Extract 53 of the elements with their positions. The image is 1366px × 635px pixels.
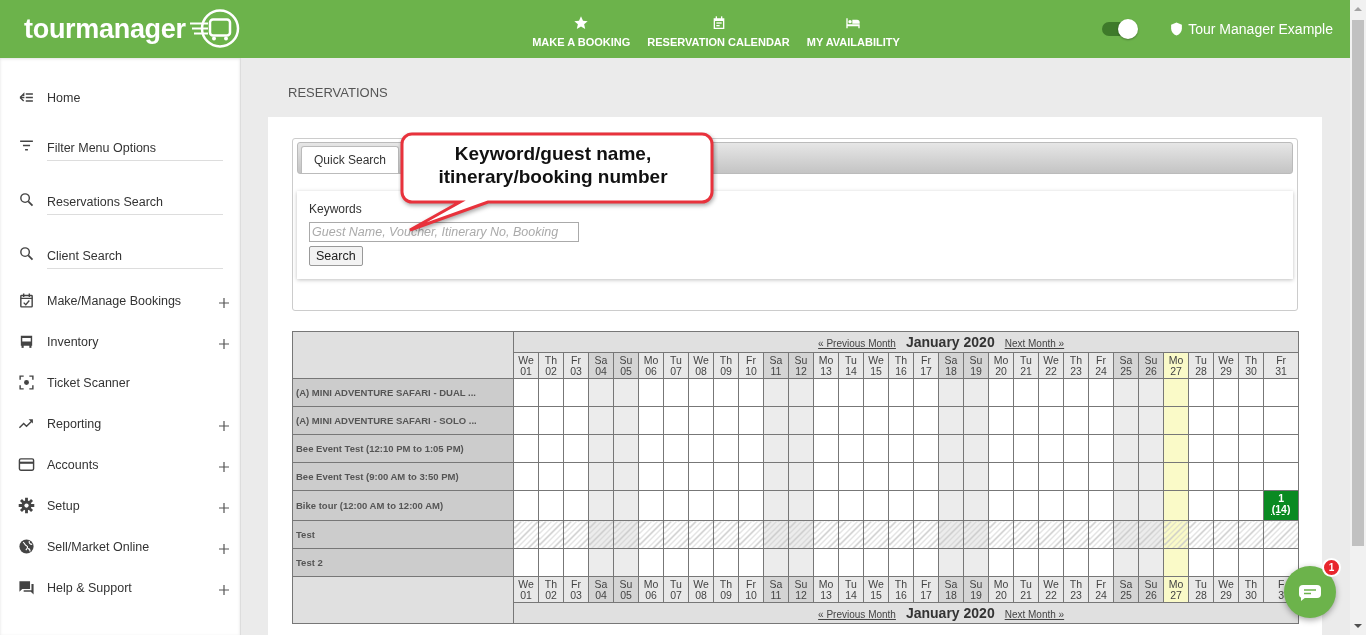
plus-icon[interactable]	[219, 338, 229, 349]
chat-icon	[1298, 583, 1322, 601]
plus-icon[interactable]	[219, 297, 229, 308]
bus-icon	[18, 333, 35, 350]
row-label: Bee Event Test (9:00 AM to 3:50 PM)	[292, 462, 514, 491]
plus-icon[interactable]	[219, 584, 229, 595]
calendar-check-icon	[18, 292, 35, 309]
settings-icon	[18, 497, 35, 514]
row-label: Bike tour (12:00 AM to 12:00 AM)	[292, 490, 514, 521]
plus-icon[interactable]	[219, 461, 229, 472]
chat-icon	[18, 579, 35, 596]
row-label: (A) MINI ADVENTURE SAFARI - SOLO ...	[292, 406, 514, 435]
globe-icon	[18, 538, 35, 555]
search-icon	[18, 244, 35, 262]
shield-icon	[1170, 22, 1184, 36]
tab[interactable]: Quick Search	[301, 146, 400, 173]
menu-item[interactable]: Help & Support	[47, 580, 132, 595]
menu-item[interactable]: Accounts	[47, 457, 99, 472]
toggle-switch[interactable]	[1102, 22, 1137, 36]
page-title: RESERVATIONS	[287, 85, 389, 102]
row-label: Bee Event Test (12:10 PM to 1:05 PM)	[292, 434, 514, 463]
previous-month-link[interactable]: « Previous Month	[818, 609, 896, 620]
scanner-icon	[18, 374, 35, 391]
menu-search-field[interactable]: Client Search	[47, 245, 223, 269]
next-month-link[interactable]: Next Month »	[1004, 609, 1065, 620]
callout-text: Keyword/guest name, itinerary/booking number	[437, 142, 669, 188]
bus-logo-icon	[189, 9, 240, 49]
menu-item[interactable]: Reporting	[47, 416, 102, 431]
plus-icon[interactable]	[219, 420, 229, 431]
row-label: Test 2	[292, 548, 514, 577]
plus-icon[interactable]	[219, 543, 229, 554]
menu-item[interactable]: Home	[47, 90, 81, 105]
row-label: (A) MINI ADVENTURE SAFARI - DUAL ...	[292, 378, 514, 407]
menu-item[interactable]: Ticket Scanner	[47, 375, 130, 390]
keywords-field[interactable]: Guest Name, Voucher, Itinerary No, Booking	[309, 222, 579, 242]
menu-search-field[interactable]: Filter Menu Options	[47, 137, 223, 161]
card-icon	[18, 456, 35, 473]
month-title: January 2020	[905, 605, 995, 621]
menu-item[interactable]: Make/Manage Bookings	[47, 293, 182, 308]
keywords-label: Keywords	[309, 202, 363, 216]
menu-item[interactable]: Sell/Market Online	[47, 539, 150, 554]
plus-icon[interactable]	[219, 502, 229, 513]
previous-month-link[interactable]: « Previous Month	[818, 338, 896, 349]
search-button[interactable]: Search	[309, 246, 363, 266]
menu-search-field[interactable]: Reservations Search	[47, 191, 223, 215]
menu-item[interactable]: Setup	[47, 498, 80, 513]
menu-item[interactable]: Inventory	[47, 334, 99, 349]
logo-text: tourmanager	[24, 13, 186, 45]
search-icon	[18, 190, 35, 208]
month-title: January 2020	[905, 334, 995, 350]
next-month-link[interactable]: Next Month »	[1004, 338, 1065, 349]
row-label: Test	[292, 520, 514, 549]
star-icon	[573, 14, 590, 31]
